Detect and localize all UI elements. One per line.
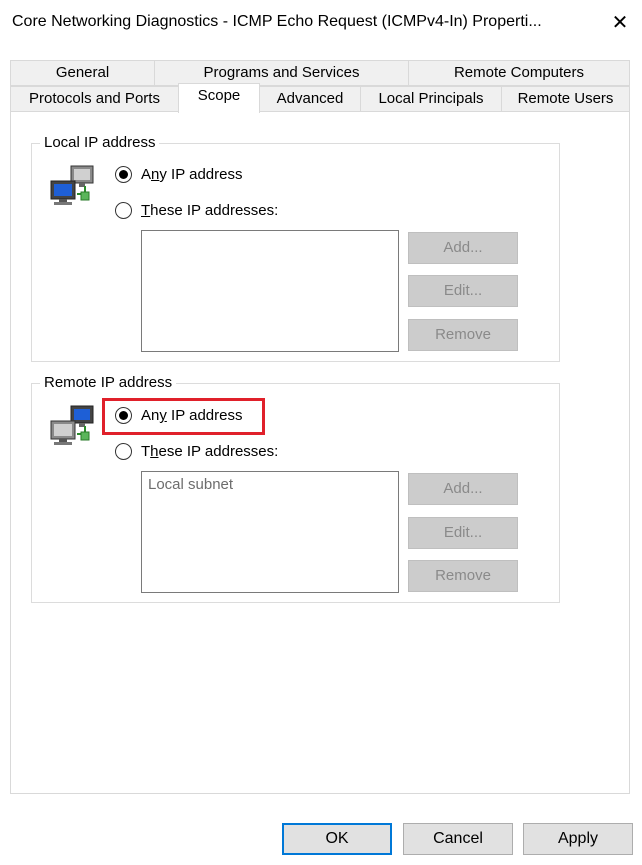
remote-any-ip-label: Any IP address bbox=[141, 407, 243, 424]
local-ip-listbox[interactable] bbox=[141, 230, 399, 352]
remote-remove-button[interactable]: Remove bbox=[408, 560, 518, 592]
remote-these-ip-radio-button[interactable] bbox=[115, 443, 132, 460]
local-ip-legend: Local IP address bbox=[40, 134, 160, 151]
remote-any-ip-radio-button[interactable] bbox=[115, 407, 132, 424]
network-computers-icon bbox=[50, 405, 94, 445]
local-any-ip-label: Any IP address bbox=[141, 166, 243, 183]
remote-add-button[interactable]: Add... bbox=[408, 473, 518, 505]
local-remove-button[interactable]: Remove bbox=[408, 319, 518, 351]
tab-general[interactable]: General bbox=[10, 60, 155, 86]
remote-ip-listbox[interactable]: Local subnet bbox=[141, 471, 399, 593]
list-item[interactable]: Local subnet bbox=[148, 476, 392, 493]
remote-edit-button[interactable]: Edit... bbox=[408, 517, 518, 549]
local-these-ip-label: These IP addresses: bbox=[141, 202, 279, 219]
tab-remote-users[interactable]: Remote Users bbox=[501, 86, 630, 112]
remote-these-ip-radio[interactable]: These IP addresses: bbox=[115, 443, 278, 460]
local-these-ip-radio-button[interactable] bbox=[115, 202, 132, 219]
local-add-button[interactable]: Add... bbox=[408, 232, 518, 264]
tab-advanced[interactable]: Advanced bbox=[259, 86, 361, 112]
network-computers-icon bbox=[50, 165, 94, 205]
tab-protocols-and-ports[interactable]: Protocols and Ports bbox=[10, 86, 179, 112]
remote-these-ip-label: These IP addresses: bbox=[141, 443, 279, 460]
window-title: Core Networking Diagnostics - ICMP Echo … bbox=[12, 13, 542, 30]
tab-scope[interactable]: Scope bbox=[178, 83, 260, 113]
local-any-ip-radio-button[interactable] bbox=[115, 166, 132, 183]
local-edit-button[interactable]: Edit... bbox=[408, 275, 518, 307]
title-bar: Core Networking Diagnostics - ICMP Echo … bbox=[0, 0, 642, 46]
local-these-ip-radio[interactable]: These IP addresses: bbox=[115, 202, 278, 219]
close-icon[interactable]: ✕ bbox=[606, 10, 634, 36]
ok-button[interactable]: OK bbox=[282, 823, 392, 855]
tab-remote-computers[interactable]: Remote Computers bbox=[408, 60, 630, 86]
remote-any-ip-radio[interactable]: Any IP address bbox=[115, 407, 242, 424]
tab-local-principals[interactable]: Local Principals bbox=[360, 86, 502, 112]
apply-button[interactable]: Apply bbox=[523, 823, 633, 855]
remote-ip-legend: Remote IP address bbox=[40, 374, 177, 391]
local-any-ip-radio[interactable]: Any IP address bbox=[115, 166, 242, 183]
cancel-button[interactable]: Cancel bbox=[403, 823, 513, 855]
